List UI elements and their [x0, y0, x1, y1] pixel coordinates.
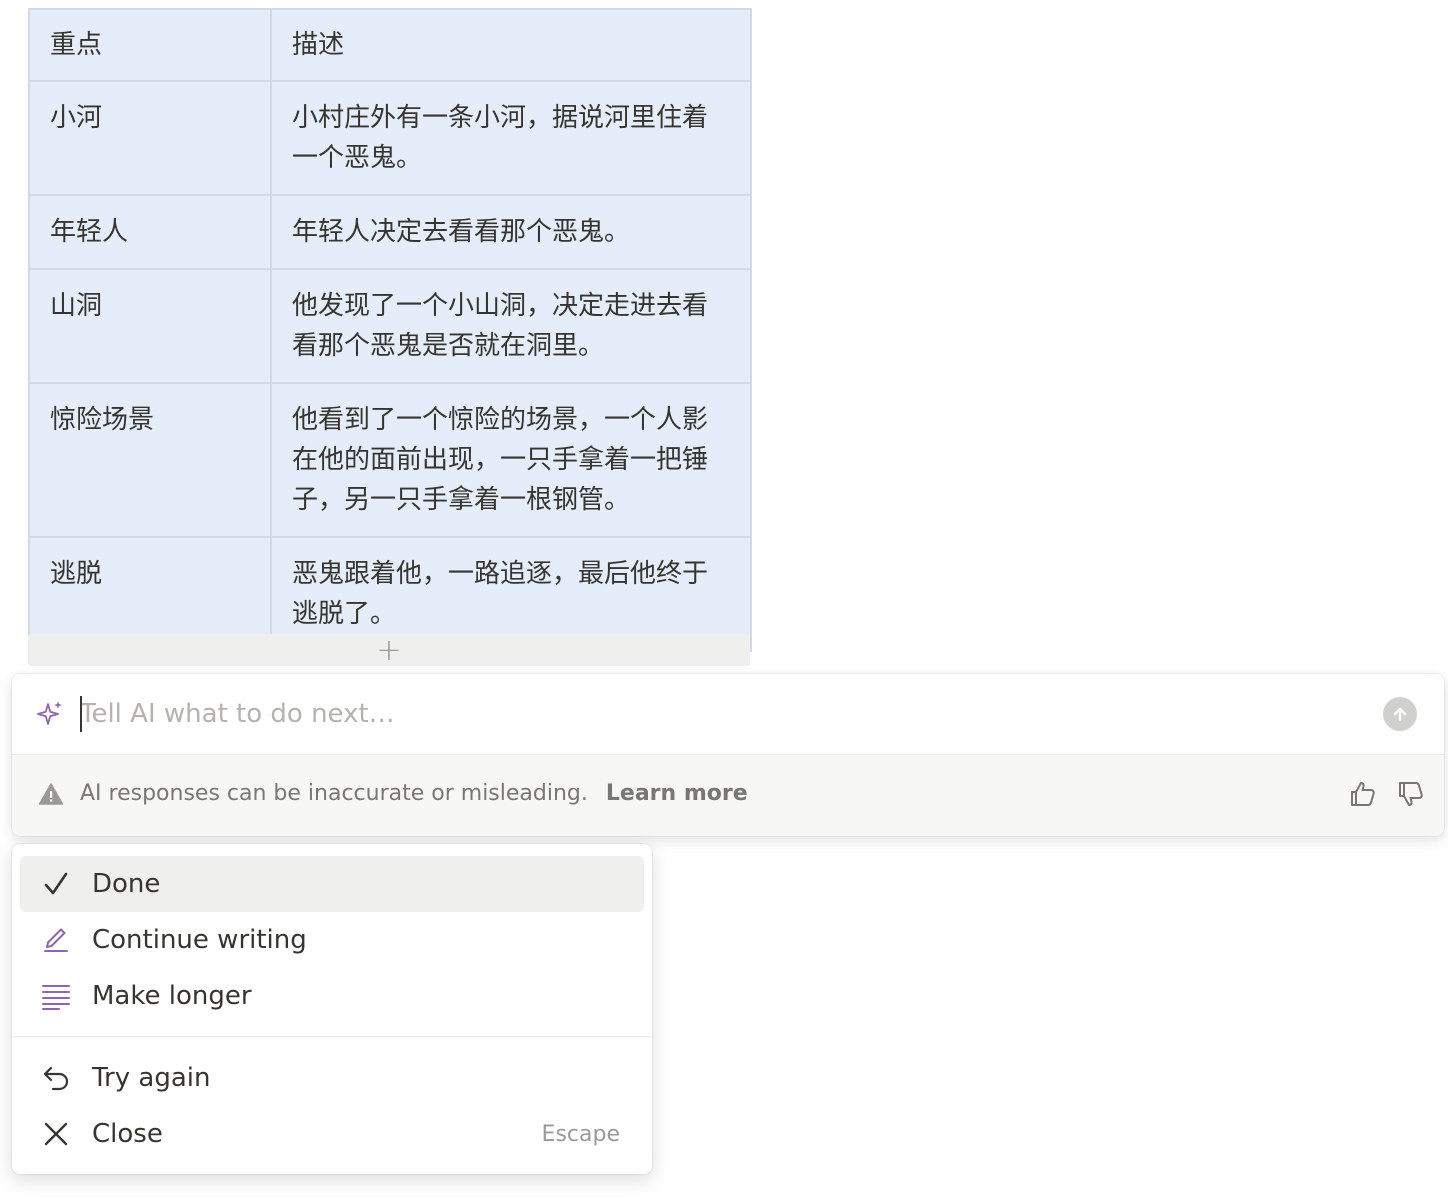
thumbs-down-icon	[1399, 782, 1423, 806]
menu-item-done[interactable]: Done	[20, 856, 644, 912]
table: 重点 描述 小河 小村庄外有一条小河，据说河里住着一个恶鬼。 年轻人 年轻人决定…	[28, 8, 752, 652]
warning-icon	[38, 782, 64, 805]
table-row: 山洞 他发现了一个小山洞，决定走进去看看那个恶鬼是否就在洞里。	[28, 268, 752, 384]
table-header-cell[interactable]: 重点	[28, 8, 272, 82]
menu-item-try-again[interactable]: Try again	[20, 1050, 644, 1106]
table-cell[interactable]: 山洞	[28, 268, 272, 384]
thumbs-up-button[interactable]	[1346, 777, 1380, 811]
table-cell[interactable]: 他发现了一个小山洞，决定走进去看看那个恶鬼是否就在洞里。	[270, 268, 752, 384]
story-table: 重点 描述 小河 小村庄外有一条小河，据说河里住着一个恶鬼。 年轻人 年轻人决定…	[28, 8, 752, 652]
ai-input-row	[12, 674, 1444, 755]
undo-icon	[38, 1060, 74, 1096]
thumbs-down-button[interactable]	[1394, 777, 1428, 811]
table-cell[interactable]: 年轻人决定去看看那个恶鬼。	[270, 194, 752, 270]
menu-item-label: Done	[92, 869, 161, 899]
send-button[interactable]	[1383, 697, 1417, 731]
menu-divider	[12, 1036, 652, 1037]
table-header-row: 重点 描述	[28, 8, 752, 82]
table-row: 惊险场景 他看到了一个惊险的场景，一个人影在他的面前出现，一只手拿着一把锤子，另…	[28, 382, 752, 538]
table-row: 年轻人 年轻人决定去看看那个恶鬼。	[28, 194, 752, 270]
menu-item-label: Continue writing	[92, 925, 307, 955]
feedback-buttons	[1346, 777, 1428, 811]
close-icon	[38, 1116, 74, 1152]
pen-icon	[38, 922, 74, 958]
menu-item-continue-writing[interactable]: Continue writing	[20, 912, 644, 968]
shortcut-hint: Escape	[541, 1121, 620, 1147]
ai-footer: AI responses can be inaccurate or mislea…	[12, 755, 1444, 836]
menu-item-label: Close	[92, 1119, 163, 1149]
ai-actions-menu: Done Continue writing Make longer Try ag…	[12, 844, 652, 1174]
sparkle-icon	[37, 701, 62, 725]
thumbs-up-icon	[1351, 782, 1375, 806]
table-cell[interactable]: 小村庄外有一条小河，据说河里住着一个恶鬼。	[270, 80, 752, 196]
check-icon	[38, 866, 74, 902]
ai-prompt-panel: AI responses can be inaccurate or mislea…	[12, 674, 1444, 836]
table-cell[interactable]: 惊险场景	[28, 382, 272, 538]
lines-icon	[38, 978, 74, 1014]
table-cell[interactable]: 他看到了一个惊险的场景，一个人影在他的面前出现，一只手拿着一把锤子，另一只手拿着…	[270, 382, 752, 538]
text-caret	[80, 696, 82, 732]
table-cell[interactable]: 小河	[28, 80, 272, 196]
add-row-button[interactable]: +	[28, 632, 750, 668]
disclaimer-row: AI responses can be inaccurate or mislea…	[38, 781, 748, 806]
menu-item-make-longer[interactable]: Make longer	[20, 968, 644, 1024]
ai-prompt-input[interactable]	[80, 692, 1360, 736]
learn-more-link[interactable]: Learn more	[606, 781, 748, 806]
page: 重点 描述 小河 小村庄外有一条小河，据说河里住着一个恶鬼。 年轻人 年轻人决定…	[0, 0, 1448, 1198]
table-cell[interactable]: 年轻人	[28, 194, 272, 270]
menu-item-label: Make longer	[92, 981, 252, 1011]
menu-item-close[interactable]: Close Escape	[20, 1106, 644, 1162]
table-row: 小河 小村庄外有一条小河，据说河里住着一个恶鬼。	[28, 80, 752, 196]
menu-item-label: Try again	[92, 1063, 211, 1093]
plus-icon: +	[376, 632, 402, 668]
disclaimer-text: AI responses can be inaccurate or mislea…	[80, 781, 588, 806]
table-header-cell[interactable]: 描述	[270, 8, 752, 82]
arrow-up-icon	[1393, 707, 1407, 722]
